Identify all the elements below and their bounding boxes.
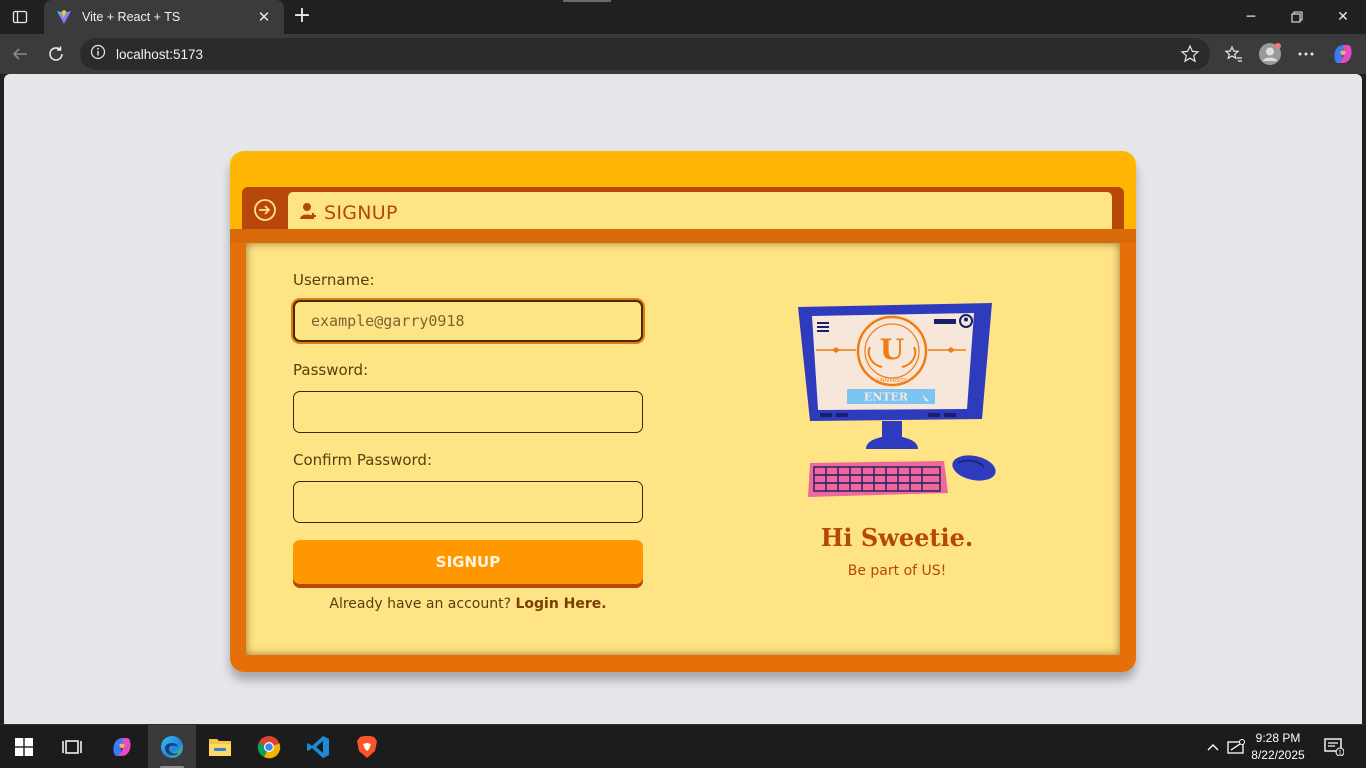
minimize-icon[interactable]: ─ xyxy=(1228,0,1274,34)
show-hidden-icons[interactable] xyxy=(1202,725,1224,768)
confirm-password-label: Confirm Password: xyxy=(293,451,433,469)
notification-icon[interactable]: 1 xyxy=(1322,725,1346,768)
password-label: Password: xyxy=(293,361,369,379)
browser-tab-bar: Vite + React + TS ✕ + ─ ✕ xyxy=(0,0,1366,34)
login-prompt-text: Already have an account? xyxy=(329,596,512,612)
signup-tab[interactable]: SIGNUP xyxy=(288,192,1112,233)
back-icon[interactable] xyxy=(8,42,32,66)
form-panel: Username: example@garry0918 Password: Co… xyxy=(246,243,1120,655)
address-bar[interactable]: localhost:5173 xyxy=(80,38,1210,70)
password-input[interactable] xyxy=(293,391,643,433)
greeting-heading: Hi Sweetie. xyxy=(820,523,974,552)
copilot-taskbar-icon[interactable] xyxy=(98,725,146,768)
page-viewport: SIGNUP Username: example@garry0918 Passw… xyxy=(4,74,1362,724)
clock-time: 9:28 PM xyxy=(1255,731,1301,745)
vite-favicon-icon xyxy=(56,9,72,25)
profile-avatar-icon[interactable] xyxy=(1258,42,1282,66)
card-body: Username: example@garry0918 Password: Co… xyxy=(230,229,1136,672)
enter-button-text: ENTER xyxy=(864,391,909,404)
greeting-subtext: Be part of US! xyxy=(847,563,947,579)
restore-icon[interactable] xyxy=(1274,0,1320,34)
copilot-icon[interactable] xyxy=(1331,42,1355,66)
site-info-icon[interactable] xyxy=(90,44,106,64)
new-tab-icon[interactable]: + xyxy=(290,4,314,28)
notification-count: 1 xyxy=(1338,750,1342,757)
seal-letter: U xyxy=(880,333,904,366)
browser-toolbar: localhost:5173 xyxy=(0,34,1366,74)
task-view-icon[interactable] xyxy=(48,725,96,768)
window-drag-handle xyxy=(563,0,611,2)
system-clock[interactable]: 9:28 PM 8/22/2025 xyxy=(1243,730,1313,764)
clock-date: 8/22/2025 xyxy=(1251,748,1305,762)
user-add-icon xyxy=(300,202,318,224)
windows-taskbar: 9:28 PM 8/22/2025 1 xyxy=(0,724,1366,768)
brave-icon[interactable] xyxy=(343,725,391,768)
browser-tab[interactable]: Vite + React + TS ✕ xyxy=(44,0,284,34)
username-input[interactable]: example@garry0918 xyxy=(293,300,643,342)
login-enter-icon[interactable] xyxy=(252,197,278,223)
edge-icon[interactable] xyxy=(148,725,196,768)
tab-close-icon[interactable]: ✕ xyxy=(254,8,274,26)
header-title: SIGNUP xyxy=(324,201,398,224)
chrome-icon[interactable] xyxy=(245,725,293,768)
vscode-icon[interactable] xyxy=(294,725,342,768)
login-link[interactable]: Login Here. xyxy=(515,596,606,612)
confirm-password-input[interactable] xyxy=(293,481,643,523)
window-close-icon[interactable]: ✕ xyxy=(1320,0,1366,34)
login-prompt: Already have an account? Login Here. xyxy=(293,596,643,612)
signup-card: SIGNUP Username: example@garry0918 Passw… xyxy=(230,151,1136,672)
favorite-star-icon[interactable] xyxy=(1180,44,1200,68)
signup-button[interactable]: SIGNUP xyxy=(293,540,643,584)
computer-illustration: U UNIVERSITY ENTER xyxy=(798,303,996,497)
card-header: SIGNUP xyxy=(242,187,1124,233)
favorites-icon[interactable] xyxy=(1222,42,1246,66)
body-top-band xyxy=(230,229,1136,243)
url-text: localhost:5173 xyxy=(116,46,204,62)
seal-caption: UNIVERSITY xyxy=(877,378,908,384)
file-explorer-icon[interactable] xyxy=(196,725,244,768)
more-menu-icon[interactable] xyxy=(1294,42,1318,66)
tab-title: Vite + React + TS xyxy=(82,10,181,24)
start-icon[interactable] xyxy=(0,725,48,768)
tab-actions-icon[interactable] xyxy=(8,6,32,28)
refresh-icon[interactable] xyxy=(44,42,68,66)
username-label: Username: xyxy=(293,271,375,289)
